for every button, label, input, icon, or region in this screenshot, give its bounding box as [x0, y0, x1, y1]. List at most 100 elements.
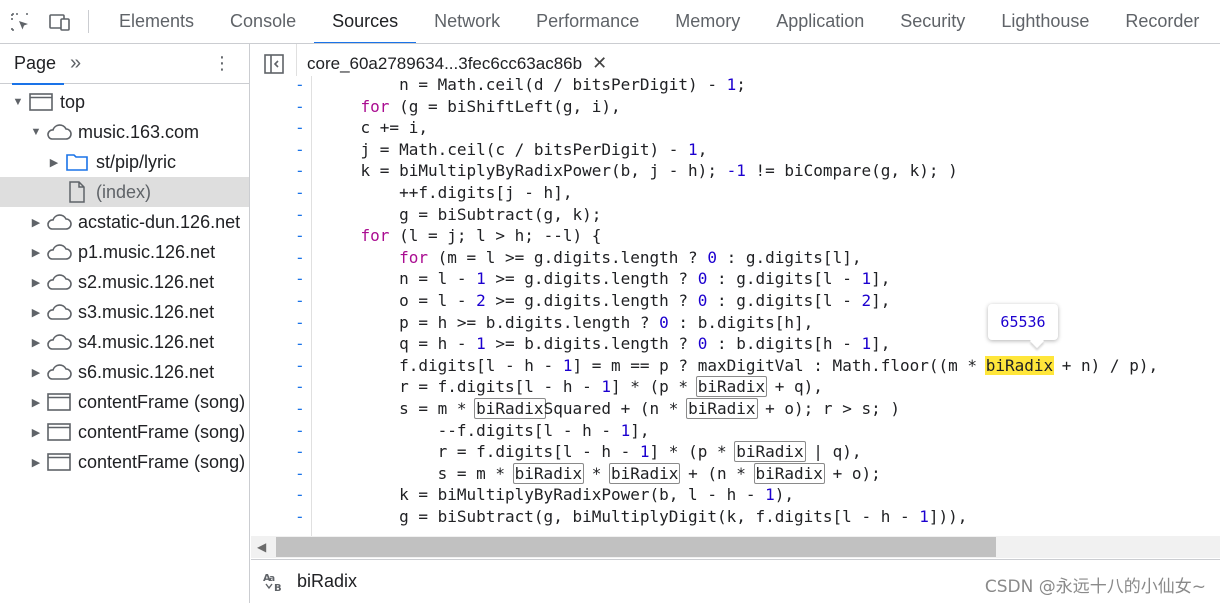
scroll-left-icon[interactable]: ◀	[257, 540, 266, 554]
tree-item[interactable]: ▼ music.163.com	[0, 117, 249, 147]
tree-item[interactable]: (index)	[0, 177, 249, 207]
tab-network[interactable]: Network	[416, 0, 518, 43]
close-tab-icon[interactable]: ✕	[592, 53, 607, 74]
tab-lighthouse[interactable]: Lighthouse	[983, 0, 1107, 43]
devtools-tab-bar: Elements Console Sources Network Performance…	[0, 0, 1220, 44]
collapsed-arrow-icon[interactable]: ▶	[30, 336, 42, 349]
search-match-highlight: biRadix	[695, 376, 768, 398]
tree-item[interactable]: ▶ contentFrame (song)	[0, 447, 249, 477]
gutter-marker: -	[295, 463, 305, 483]
device-toolbar-icon[interactable]	[40, 0, 80, 43]
tree-item[interactable]: ▶ contentFrame (song)	[0, 417, 249, 447]
gutter-marker: -	[295, 420, 305, 440]
search-bar: AaB CSDN @永远十八的小仙女~	[251, 559, 1220, 603]
tab-elements[interactable]: Elements	[101, 0, 212, 43]
expanded-arrow-icon[interactable]: ▼	[12, 96, 24, 108]
tree-item[interactable]: ▶ s3.music.126.net	[0, 297, 249, 327]
collapsed-arrow-icon[interactable]: ▶	[30, 366, 42, 379]
gutter-marker: -	[295, 399, 305, 418]
collapsed-arrow-icon[interactable]: ▶	[30, 426, 42, 439]
gutter-marker: -	[295, 312, 305, 332]
code-line: f.digits[l - h - 1] = m == p ? maxDigitV…	[322, 355, 1159, 375]
code-line: k = biMultiplyByRadixPower(b, j - h); -1…	[322, 161, 958, 181]
cloud-icon	[46, 121, 72, 143]
collapsed-arrow-icon[interactable]: ▶	[30, 396, 42, 409]
collapsed-arrow-icon[interactable]: ▶	[30, 276, 42, 289]
tree-item-label: p1.music.126.net	[78, 241, 216, 262]
cloud-icon	[46, 211, 72, 233]
code-line: --f.digits[l - h - 1],	[322, 420, 650, 440]
code-line: ++f.digits[j - h],	[322, 183, 573, 202]
hover-value-tooltip: 65536	[988, 304, 1058, 340]
gutter-marker: -	[295, 355, 305, 375]
gutter-marker: -	[295, 204, 305, 224]
tree-item[interactable]: ▼ top	[0, 87, 249, 117]
tree-item[interactable]: ▶ p1.music.126.net	[0, 237, 249, 267]
tab-page[interactable]: Page	[11, 44, 65, 85]
horizontal-scrollbar[interactable]: ◀	[251, 536, 1220, 558]
search-input[interactable]	[297, 571, 897, 592]
expanded-arrow-icon[interactable]: ▼	[30, 126, 42, 138]
gutter-marker: -	[295, 118, 305, 138]
tree-item[interactable]: ▶ contentFrame (song)	[0, 387, 249, 417]
tree-item-label: s4.music.126.net	[78, 331, 215, 352]
collapsed-arrow-icon[interactable]: ▶	[48, 156, 60, 169]
gutter-marker: -	[295, 183, 305, 202]
match-case-icon[interactable]: AaB	[251, 571, 297, 593]
code-line: p = h >= b.digits.length ? 0 : b.digits[…	[322, 312, 814, 332]
gutter-marker: -	[295, 161, 305, 181]
tree-item[interactable]: ▶ s4.music.126.net	[0, 327, 249, 357]
inspect-element-icon[interactable]	[0, 0, 40, 43]
gutter-marker: -	[295, 507, 305, 526]
code-line: for (l = j; l > h; --l) {	[360, 226, 602, 246]
code-line: c += i,	[322, 118, 428, 138]
tab-recorder[interactable]: Recorder	[1107, 0, 1217, 43]
code-editor[interactable]: 65536 - n = Math.ceil(d / bitsPerDigit) …	[251, 76, 1220, 536]
current-match-highlight: biRadix	[984, 355, 1055, 375]
search-match-highlight: biRadix	[512, 462, 585, 484]
navigator-menu-icon[interactable]: ⋮	[213, 53, 231, 73]
gutter-marker: -	[295, 76, 305, 94]
tab-memory[interactable]: Memory	[657, 0, 758, 43]
gutter-marker: -	[295, 269, 305, 289]
code-line: for (g = biShiftLeft(g, i),	[360, 96, 621, 116]
code-line: o = l - 2 >= g.digits.length ? 0 : g.dig…	[322, 291, 891, 310]
toolbar-divider	[88, 10, 89, 33]
tab-security[interactable]: Security	[882, 0, 983, 43]
file-tab-label: core_60a2789634...3fec6cc63ac86b	[307, 53, 583, 73]
tab-performance[interactable]: Performance	[518, 0, 657, 43]
collapsed-arrow-icon[interactable]: ▶	[30, 456, 42, 469]
code-line: q = h - 1 >= b.digits.length ? 0 : b.dig…	[322, 334, 891, 354]
collapsed-arrow-icon[interactable]: ▶	[30, 216, 42, 229]
tree-item[interactable]: ▶ s2.music.126.net	[0, 267, 249, 297]
tree-item-label: (index)	[96, 181, 152, 202]
cloud-icon	[46, 271, 72, 293]
gutter-marker: -	[295, 291, 305, 310]
collapsed-arrow-icon[interactable]	[48, 186, 60, 198]
tree-item[interactable]: ▶ st/pip/lyric	[0, 147, 249, 177]
gutter-marker: -	[295, 139, 305, 159]
code-line: k = biMultiplyByRadixPower(b, l - h - 1)…	[322, 485, 795, 505]
scrollbar-thumb[interactable]	[276, 537, 996, 557]
tab-application[interactable]: Application	[758, 0, 882, 43]
tree-item[interactable]: ▶ acstatic-dun.126.net	[0, 207, 249, 237]
code-line: n = l - 1 >= g.digits.length ? 0 : g.dig…	[322, 269, 891, 289]
tree-item-label: st/pip/lyric	[96, 151, 177, 172]
gutter-marker: -	[295, 334, 305, 354]
tab-console[interactable]: Console	[212, 0, 314, 43]
frame-icon	[28, 91, 54, 113]
collapsed-arrow-icon[interactable]: ▶	[30, 306, 42, 319]
tree-item-label: acstatic-dun.126.net	[78, 211, 241, 232]
tree-item-label: contentFrame (song)	[78, 421, 246, 442]
tree-item[interactable]: ▶ s6.music.126.net	[0, 357, 249, 387]
code-line: g = biSubtract(g, k);	[322, 204, 602, 224]
search-match-highlight: biRadix	[474, 398, 546, 419]
cloud-icon	[46, 301, 72, 323]
more-tabs-icon[interactable]: »	[70, 52, 81, 75]
frame-icon	[46, 451, 72, 473]
frame-icon	[46, 391, 72, 413]
tab-sources[interactable]: Sources	[314, 0, 417, 43]
collapsed-arrow-icon[interactable]: ▶	[30, 246, 42, 259]
code-line: g = biSubtract(g, biMultiplyDigit(k, f.d…	[322, 507, 968, 526]
cloud-icon	[46, 331, 72, 353]
